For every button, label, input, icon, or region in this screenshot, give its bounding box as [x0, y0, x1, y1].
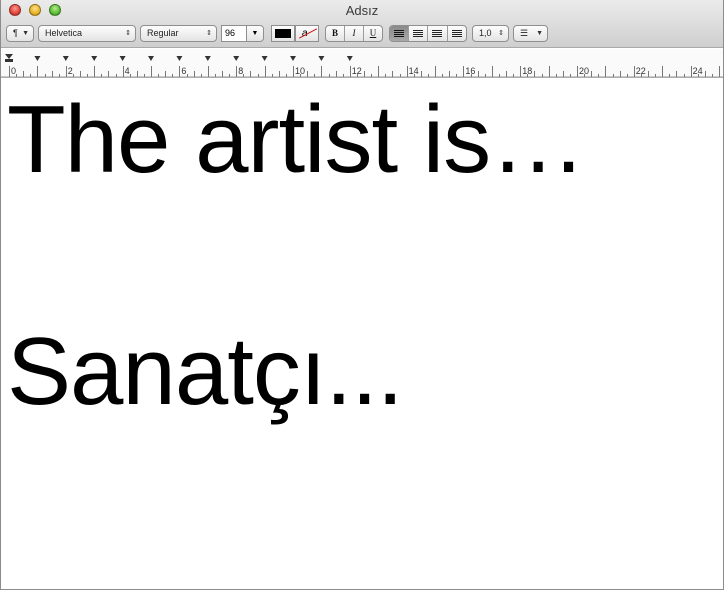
font-family-select[interactable]: Helvetica ⇕ [38, 25, 136, 42]
tab-stop-marker [119, 56, 126, 61]
tab-stop-marker [91, 56, 98, 61]
ruler-label: 0 [11, 66, 16, 76]
ruler-label: 6 [181, 66, 186, 76]
underline-button[interactable]: U [364, 26, 382, 41]
font-style-select[interactable]: Regular ⇕ [140, 25, 217, 42]
ruler-label: 20 [579, 66, 589, 76]
ruler-label: 14 [409, 66, 419, 76]
justify-button[interactable] [448, 26, 466, 41]
ruler-label: 4 [125, 66, 130, 76]
ruler-label: 10 [295, 66, 305, 76]
font-size-menu-button[interactable]: ▼ [247, 25, 264, 42]
bold-button[interactable]: B [326, 26, 345, 41]
text-color-button[interactable] [271, 25, 295, 42]
italic-button[interactable]: I [345, 26, 364, 41]
alignment-group [389, 25, 467, 42]
document-window: Adsız ¶ ▼ Helvetica ⇕ Regular ⇕ 96 ▼ B I… [0, 0, 724, 590]
tab-stop-marker [34, 56, 41, 61]
text-style-group: B I U [325, 25, 383, 42]
tab-stop-marker [62, 56, 69, 61]
align-right-icon [432, 30, 443, 38]
tab-stop-marker [233, 56, 240, 61]
tab-stop-marker [318, 56, 325, 61]
align-center-icon [412, 30, 423, 38]
ruler-label: 18 [522, 66, 532, 76]
line-spacing-select[interactable]: 1,0 ⇕ [472, 25, 509, 42]
ruler-label: 8 [238, 66, 243, 76]
ruler-label: 2 [68, 66, 73, 76]
chevron-down-icon: ▼ [536, 30, 543, 37]
ruler-label: 12 [352, 66, 362, 76]
align-right-button[interactable] [428, 26, 448, 41]
ruler-label: 24 [693, 66, 703, 76]
line-spacing-value: 1,0 [479, 28, 492, 38]
align-left-icon [394, 30, 404, 38]
document-line-2[interactable]: Sanatçı... [7, 317, 404, 427]
ruler-label: 22 [636, 66, 646, 76]
align-center-button[interactable] [409, 26, 429, 41]
updown-arrows-icon: ⇕ [206, 30, 212, 37]
font-size-field[interactable]: 96 [221, 25, 247, 42]
align-left-button[interactable] [390, 26, 409, 41]
ruler[interactable]: 0 2 4 6 8 10 12 14 16 18 20 22 24 [1, 49, 723, 78]
justify-icon [451, 30, 462, 38]
document-line-1[interactable]: The artist is… [7, 85, 586, 195]
tab-stop-marker [346, 56, 353, 61]
document-area[interactable]: The artist is… Sanatçı... [1, 79, 723, 589]
updown-arrows-icon: ⇕ [125, 30, 131, 37]
text-color-swatch [275, 29, 291, 38]
tab-stop-marker [204, 56, 211, 61]
highlight-color-button[interactable]: a [295, 25, 319, 42]
updown-arrows-icon: ⇕ [498, 30, 504, 37]
font-style-value: Regular [147, 28, 179, 38]
tab-stop-marker [176, 56, 183, 61]
window-chrome: Adsız ¶ ▼ Helvetica ⇕ Regular ⇕ 96 ▼ B I… [1, 0, 723, 48]
left-indent-marker [5, 59, 13, 62]
paragraph-styles-menu[interactable]: ¶ ▼ [6, 25, 34, 42]
window-title: Adsız [345, 3, 379, 18]
tab-stop-marker [290, 56, 296, 61]
tab-stop-marker [261, 56, 268, 61]
first-line-indent-marker [5, 54, 13, 59]
tab-stop-marker [148, 56, 154, 61]
format-toolbar: ¶ ▼ Helvetica ⇕ Regular ⇕ 96 ▼ a [1, 25, 723, 43]
list-icon: ☰ [520, 28, 529, 38]
ruler-scale: 0 2 4 6 8 10 12 14 16 18 20 22 24 [1, 54, 723, 78]
chevron-down-icon: ▼ [22, 30, 29, 37]
font-family-value: Helvetica [45, 28, 83, 38]
paragraph-icon: ¶ [13, 28, 18, 38]
title-bar[interactable]: Adsız [1, 0, 723, 22]
list-style-menu[interactable]: ☰ ▼ [513, 25, 548, 42]
ruler-label: 16 [465, 66, 475, 76]
chevron-down-icon: ▼ [251, 30, 259, 37]
